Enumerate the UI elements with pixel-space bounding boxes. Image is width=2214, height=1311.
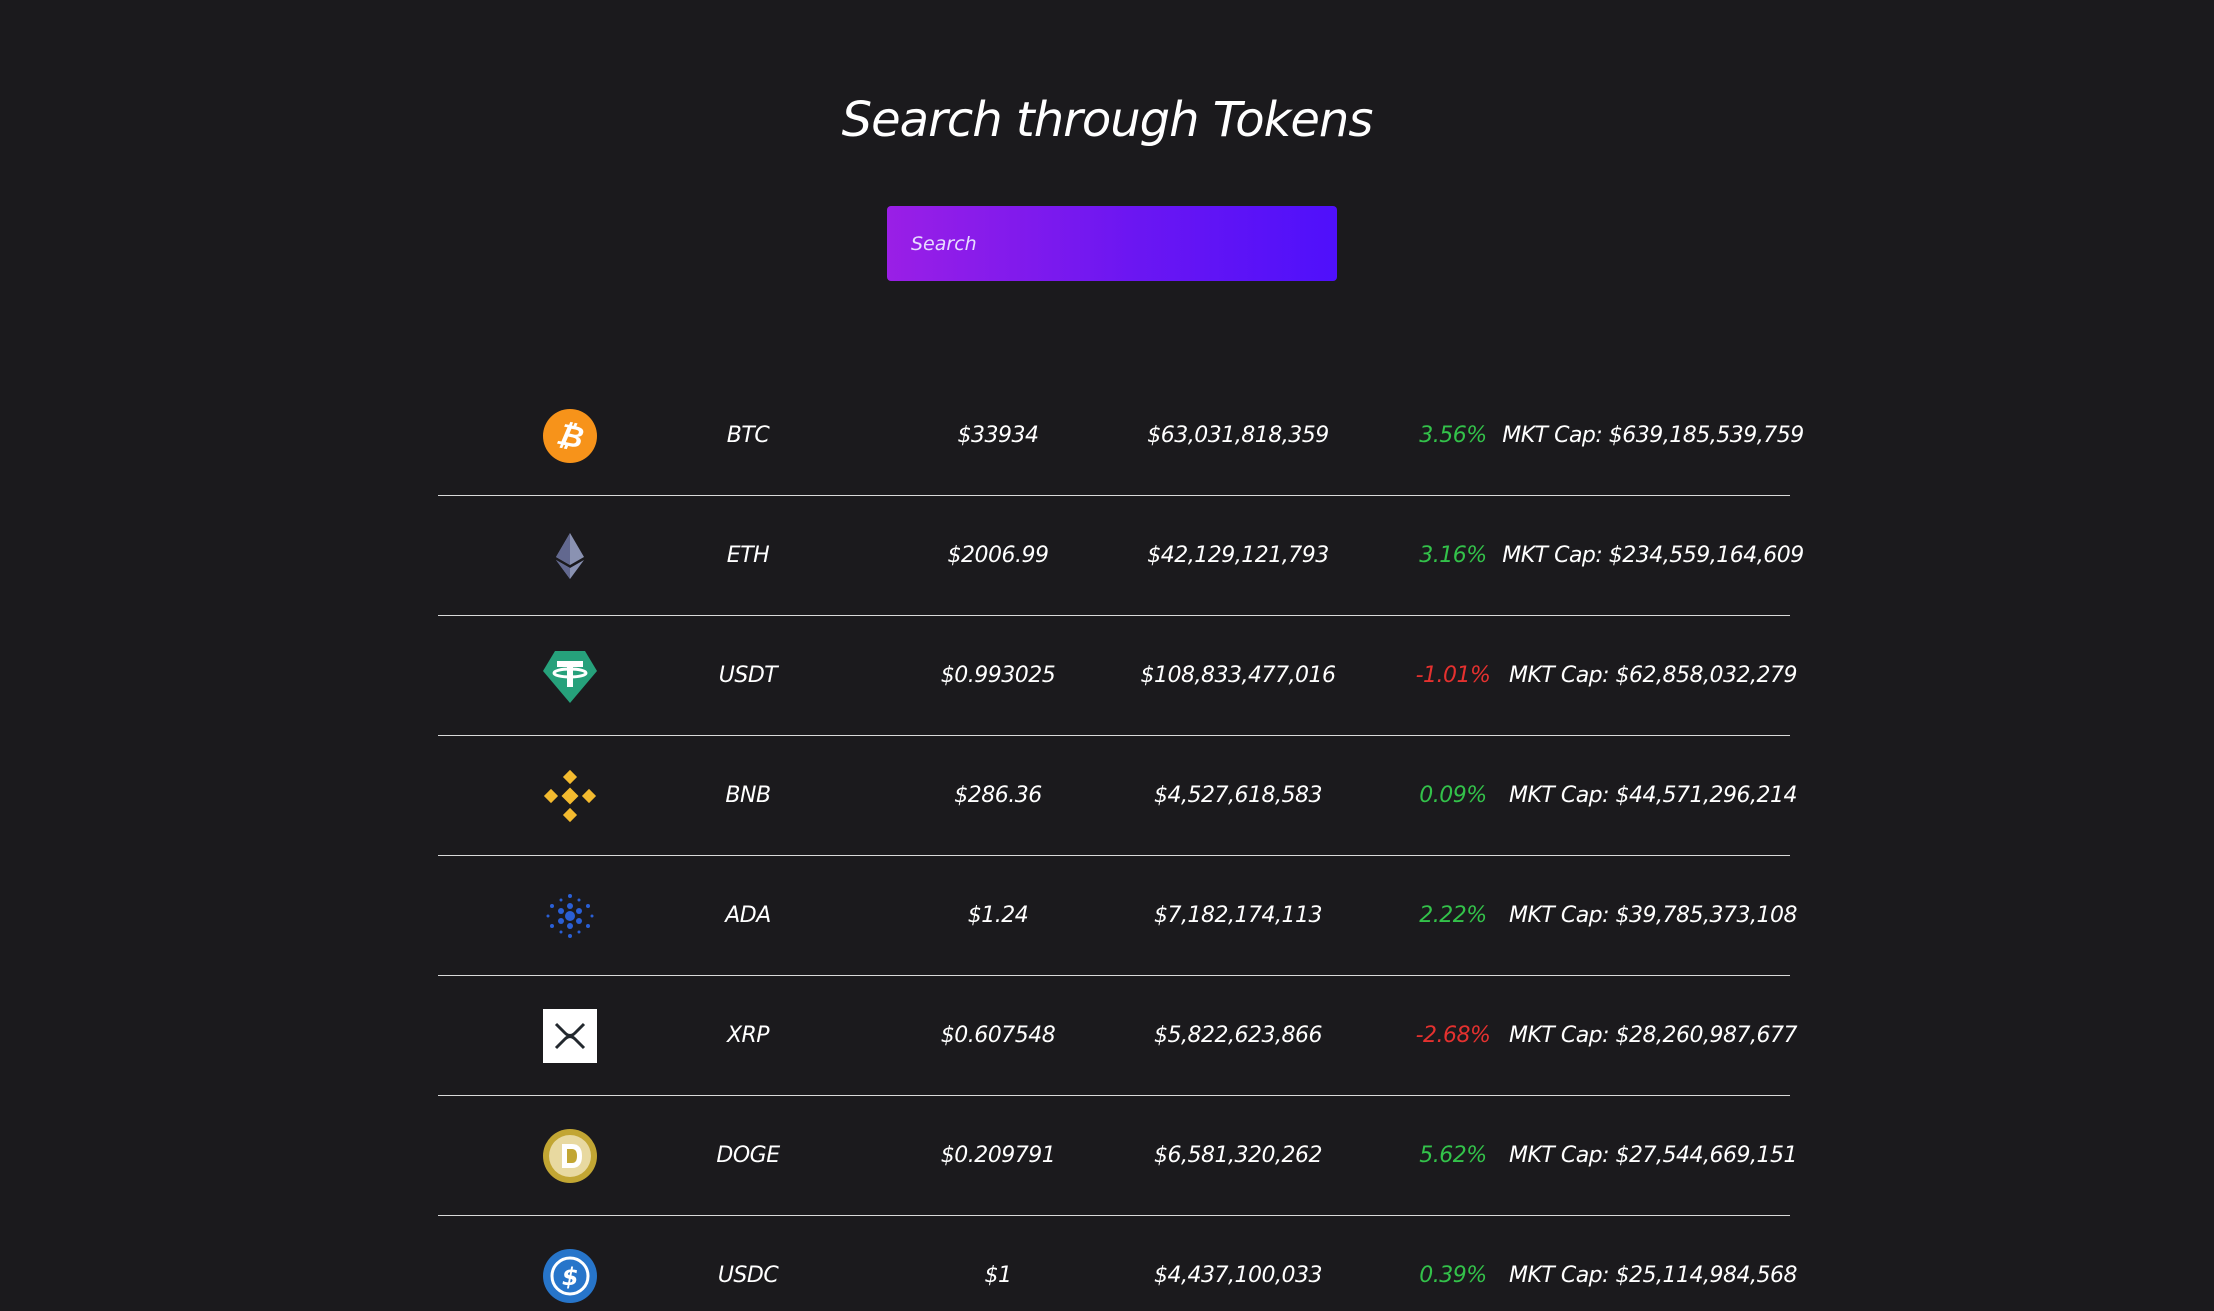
token-symbol: USDC	[717, 1263, 779, 1288]
token-price: $1	[984, 1263, 1013, 1288]
search-input[interactable]	[887, 206, 1337, 281]
token-symbol: USDT	[718, 663, 778, 688]
bitcoin-icon: ₿	[543, 409, 597, 463]
token-row[interactable]: USDT $0.993025 $108,833,477,016 -1.01% M…	[438, 616, 1798, 736]
token-search-page: Search through Tokens ₿ BTC $33934 $63,0…	[0, 0, 2214, 1311]
token-volume: $4,527,618,583	[1154, 783, 1322, 808]
usdc-icon: $	[543, 1249, 597, 1303]
token-volume: $108,833,477,016	[1140, 663, 1336, 688]
dogecoin-icon	[543, 1129, 597, 1183]
token-market-cap: MKT Cap: $44,571,296,214	[1509, 783, 1798, 808]
token-market-cap: MKT Cap: $639,185,539,759	[1502, 423, 1804, 448]
ethereum-icon	[543, 529, 597, 583]
token-price: $286.36	[954, 783, 1042, 808]
token-list: ₿ BTC $33934 $63,031,818,359 3.56% MKT C…	[438, 376, 1804, 1311]
token-row[interactable]: ETH $2006.99 $42,129,121,793 3.16% MKT C…	[438, 496, 1804, 616]
binance-icon	[543, 769, 597, 823]
page-title: Search through Tokens	[841, 92, 1374, 148]
token-price: $2006.99	[947, 543, 1049, 568]
token-symbol: ETH	[726, 543, 770, 568]
token-price: $33934	[957, 423, 1039, 448]
token-volume: $6,581,320,262	[1154, 1143, 1322, 1168]
token-volume: $63,031,818,359	[1147, 423, 1329, 448]
token-market-cap: MKT Cap: $25,114,984,568	[1509, 1263, 1798, 1288]
token-symbol: BNB	[725, 783, 771, 808]
token-symbol: XRP	[726, 1023, 770, 1048]
token-price: $1.24	[967, 903, 1029, 928]
token-market-cap: MKT Cap: $62,858,032,279	[1509, 663, 1798, 688]
token-volume: $4,437,100,033	[1154, 1263, 1322, 1288]
token-price: $0.607548	[940, 1023, 1056, 1048]
svg-text:$: $	[562, 1263, 578, 1291]
token-row[interactable]: DOGE $0.209791 $6,581,320,262 5.62% MKT …	[438, 1096, 1798, 1216]
token-symbol: ADA	[725, 903, 771, 928]
token-row[interactable]: $ USDC $1 $4,437,100,033 0.39% MKT Cap: …	[438, 1216, 1798, 1311]
token-row[interactable]: XRP $0.607548 $5,822,623,866 -2.68% MKT …	[438, 976, 1798, 1096]
cardano-icon	[543, 889, 597, 943]
token-volume: $7,182,174,113	[1154, 903, 1322, 928]
tether-icon	[543, 649, 597, 703]
token-market-cap: MKT Cap: $234,559,164,609	[1502, 543, 1804, 568]
token-market-cap: MKT Cap: $28,260,987,677	[1509, 1023, 1798, 1048]
token-price: $0.209791	[940, 1143, 1056, 1168]
token-symbol: DOGE	[716, 1143, 780, 1168]
token-symbol: BTC	[726, 423, 770, 448]
token-volume: $5,822,623,866	[1154, 1023, 1322, 1048]
token-row[interactable]: ADA $1.24 $7,182,174,113 2.22% MKT Cap: …	[438, 856, 1798, 976]
token-market-cap: MKT Cap: $39,785,373,108	[1509, 903, 1798, 928]
token-price: $0.993025	[940, 663, 1056, 688]
search-box[interactable]	[887, 206, 1337, 281]
token-market-cap: MKT Cap: $27,544,669,151	[1509, 1143, 1798, 1168]
xrp-icon	[543, 1009, 597, 1063]
token-volume: $42,129,121,793	[1147, 543, 1329, 568]
token-row[interactable]: BNB $286.36 $4,527,618,583 0.09% MKT Cap…	[438, 736, 1798, 856]
token-row[interactable]: ₿ BTC $33934 $63,031,818,359 3.56% MKT C…	[438, 376, 1804, 496]
